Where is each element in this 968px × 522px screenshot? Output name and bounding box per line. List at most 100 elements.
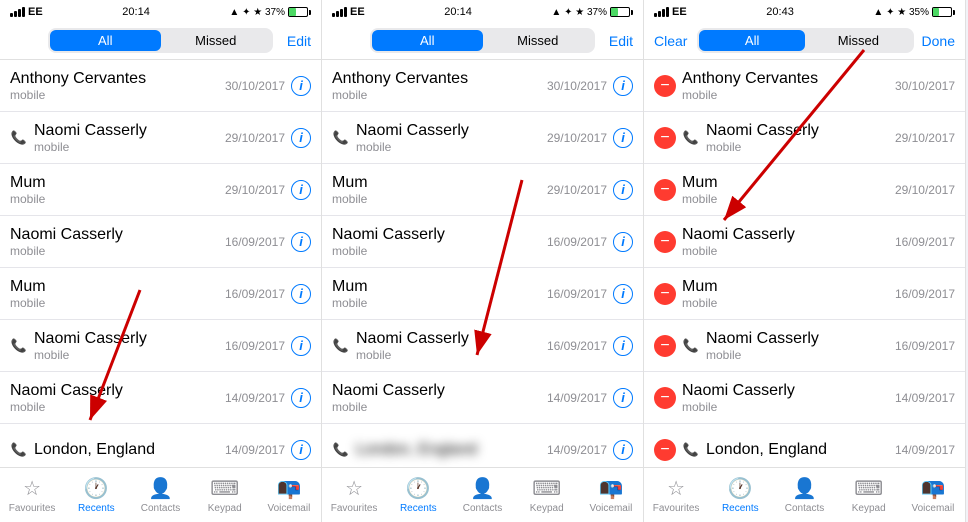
tab-bar-favourites-1[interactable]: ☆ Favourites — [0, 468, 64, 522]
tab-segment-1: All Missed — [48, 28, 273, 53]
call-item-left: Mum mobile — [10, 174, 225, 206]
info-button[interactable]: i — [291, 232, 311, 252]
delete-badge[interactable]: − — [654, 127, 676, 149]
call-name: London, England — [34, 441, 225, 459]
tab-bar-recents-1[interactable]: 🕐 Recents — [64, 468, 128, 522]
tab-bar-keypad-2[interactable]: ⌨ Keypad — [515, 468, 579, 522]
call-item-left: Naomi Casserly mobile — [10, 382, 225, 414]
keypad-label-1: Keypad — [208, 503, 242, 514]
info-button[interactable]: i — [291, 76, 311, 96]
tab-all-1[interactable]: All — [50, 30, 161, 51]
tab-bar-voicemail-1[interactable]: 📭 Voicemail — [257, 468, 321, 522]
signal-bars-3 — [654, 7, 669, 17]
tab-bar-3: ☆ Favourites 🕐 Recents 👤 Contacts ⌨ Keyp… — [644, 467, 965, 522]
keypad-icon-2: ⌨ — [532, 476, 561, 501]
call-item-left: Naomi Casserly mobile — [332, 226, 547, 258]
delete-badge[interactable]: − — [654, 335, 676, 357]
time-3: 20:43 — [766, 6, 794, 18]
call-item: Anthony Cervantes mobile 30/10/2017 i — [0, 60, 321, 112]
tab-missed-3[interactable]: Missed — [805, 30, 911, 51]
battery-tip-1 — [309, 10, 311, 15]
contacts-label-2: Contacts — [463, 503, 502, 514]
tab-all-2[interactable]: All — [372, 30, 483, 51]
tab-segment-3: All Missed — [697, 28, 914, 53]
call-meta: 16/09/2017 i — [225, 232, 311, 252]
tab-bar-keypad-1[interactable]: ⌨ Keypad — [193, 468, 257, 522]
status-left-3: EE — [654, 6, 687, 18]
favourites-icon-1: ☆ — [23, 476, 41, 501]
info-button[interactable]: i — [613, 336, 633, 356]
edit-button-2[interactable]: Edit — [603, 33, 633, 49]
info-button[interactable]: i — [613, 180, 633, 200]
delete-badge[interactable]: − — [654, 439, 676, 461]
voicemail-label-3: Voicemail — [912, 503, 955, 514]
call-type: mobile — [706, 348, 895, 362]
tab-bar-favourites-3[interactable]: ☆ Favourites — [644, 468, 708, 522]
call-item: Anthony Cervantes mobile 30/10/2017 i — [322, 60, 643, 112]
call-info: Mum mobile — [332, 278, 547, 310]
info-button[interactable]: i — [613, 284, 633, 304]
info-button[interactable]: i — [613, 232, 633, 252]
info-button[interactable]: i — [291, 284, 311, 304]
info-button[interactable]: i — [291, 440, 311, 460]
call-meta: 16/09/2017 i — [547, 336, 633, 356]
tab-missed-1[interactable]: Missed — [161, 30, 272, 51]
call-meta: 16/09/2017 — [895, 235, 955, 249]
info-button[interactable]: i — [291, 180, 311, 200]
edit-button-1[interactable]: Edit — [281, 33, 311, 49]
call-name: Naomi Casserly — [34, 122, 225, 140]
delete-badge[interactable]: − — [654, 75, 676, 97]
call-type: mobile — [332, 244, 547, 258]
call-date: 30/10/2017 — [225, 79, 285, 93]
info-button[interactable]: i — [613, 388, 633, 408]
info-button[interactable]: i — [613, 128, 633, 148]
contacts-icon-1: 👤 — [148, 476, 173, 501]
call-date: 29/10/2017 — [547, 131, 607, 145]
tab-bar-keypad-3[interactable]: ⌨ Keypad — [837, 468, 901, 522]
info-button[interactable]: i — [613, 440, 633, 460]
call-type: mobile — [356, 348, 547, 362]
info-button[interactable]: i — [291, 388, 311, 408]
call-info: Naomi Casserly mobile — [356, 330, 547, 362]
call-item-left: Mum mobile — [332, 278, 547, 310]
call-info: Naomi Casserly mobile — [706, 330, 895, 362]
call-item-left: Anthony Cervantes mobile — [10, 70, 225, 102]
call-meta: 30/10/2017 i — [547, 76, 633, 96]
call-meta: 14/09/2017 i — [547, 440, 633, 460]
battery-fill-2 — [611, 8, 618, 16]
call-name: Naomi Casserly — [356, 122, 547, 140]
call-name: Naomi Casserly — [682, 382, 895, 400]
keypad-label-2: Keypad — [530, 503, 564, 514]
call-date: 16/09/2017 — [895, 235, 955, 249]
tab-bar-recents-2[interactable]: 🕐 Recents — [386, 468, 450, 522]
tab-bar-contacts-1[interactable]: 👤 Contacts — [128, 468, 192, 522]
call-meta: 14/09/2017 i — [225, 440, 311, 460]
delete-badge[interactable]: − — [654, 283, 676, 305]
phone-icon: 📞 — [682, 338, 700, 354]
call-meta: 16/09/2017 — [895, 287, 955, 301]
call-date: 29/10/2017 — [895, 131, 955, 145]
delete-badge[interactable]: − — [654, 231, 676, 253]
delete-badge[interactable]: − — [654, 387, 676, 409]
tab-all-3[interactable]: All — [699, 30, 805, 51]
info-button[interactable]: i — [291, 336, 311, 356]
tab-missed-2[interactable]: Missed — [483, 30, 594, 51]
call-date: 14/09/2017 — [895, 391, 955, 405]
info-button[interactable]: i — [613, 76, 633, 96]
done-button-3[interactable]: Done — [922, 33, 955, 49]
call-info: Naomi Casserly mobile — [682, 226, 895, 258]
tab-bar-contacts-3[interactable]: 👤 Contacts — [772, 468, 836, 522]
call-name: Naomi Casserly — [706, 122, 895, 140]
tab-bar-voicemail-2[interactable]: 📭 Voicemail — [579, 468, 643, 522]
tab-bar-favourites-2[interactable]: ☆ Favourites — [322, 468, 386, 522]
tab-bar-recents-3[interactable]: 🕐 Recents — [708, 468, 772, 522]
status-left-2: EE — [332, 6, 365, 18]
tab-bar-contacts-2[interactable]: 👤 Contacts — [450, 468, 514, 522]
tab-bar-voicemail-3[interactable]: 📭 Voicemail — [901, 468, 965, 522]
clear-button-3[interactable]: Clear — [654, 33, 689, 49]
call-info: London, England — [34, 441, 225, 459]
info-button[interactable]: i — [291, 128, 311, 148]
delete-badge[interactable]: − — [654, 179, 676, 201]
signal-bar-4 — [22, 7, 25, 17]
call-name: Naomi Casserly — [10, 382, 225, 400]
